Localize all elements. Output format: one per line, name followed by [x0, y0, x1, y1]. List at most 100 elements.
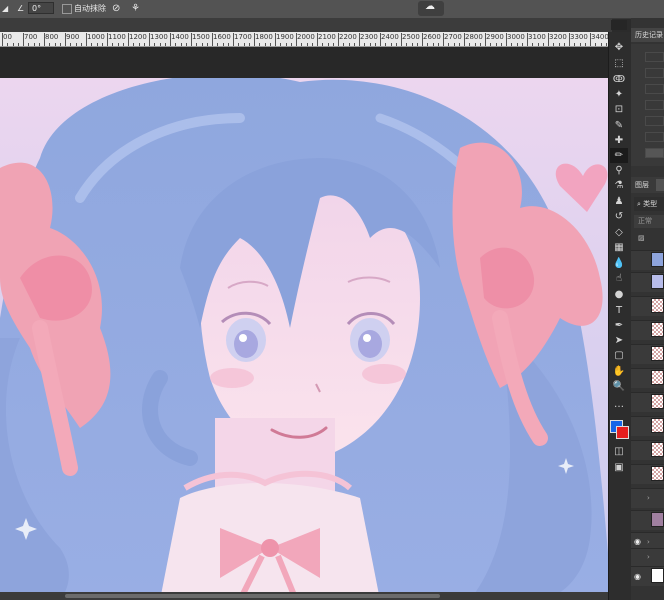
ruler-minor-tick: [54, 43, 56, 46]
expand-caret-icon[interactable]: ›: [647, 553, 650, 561]
ruler-minor-tick: [80, 43, 82, 46]
shape-tool-icon[interactable]: ▢: [610, 348, 628, 363]
ruler-tick: [275, 33, 276, 46]
history-item[interactable]: [645, 116, 664, 126]
ruler-tick: [359, 33, 360, 46]
ruler-minor-tick: [122, 43, 124, 46]
background-color-swatch[interactable]: [616, 426, 629, 439]
layer-thumbnail: [651, 442, 664, 457]
move-tool-icon[interactable]: ✥: [610, 40, 628, 55]
pressure-icon[interactable]: ⊘: [112, 2, 120, 16]
ruler-minor-tick: [563, 43, 565, 46]
ruler-minor-tick: [285, 43, 287, 46]
expand-caret-icon[interactable]: ›: [647, 494, 650, 502]
zoom-tool-icon[interactable]: 🔍: [610, 379, 628, 394]
pen-tool-icon[interactable]: ✒: [610, 318, 628, 333]
type-tool-icon[interactable]: T: [610, 303, 628, 318]
dodge-tool-icon[interactable]: ●: [610, 287, 628, 302]
layer-thumbnail: [651, 346, 664, 361]
ruler-minor-tick: [322, 43, 324, 46]
panel-tab[interactable]: [656, 179, 664, 191]
ruler-minor-tick: [537, 43, 539, 46]
history-item[interactable]: [645, 68, 664, 78]
lock-icons[interactable]: ▨: [634, 232, 664, 244]
ruler-minor-tick: [469, 43, 471, 46]
crop-tool-icon[interactable]: ⊡: [610, 102, 628, 117]
ruler-minor-tick: [238, 43, 240, 46]
ruler-minor-tick: [500, 43, 502, 46]
eraser-tool-icon[interactable]: ◇: [610, 225, 628, 240]
scrollbar-thumb[interactable]: [65, 594, 440, 598]
ruler-tick-label: 1700: [234, 33, 252, 41]
history-item[interactable]: [645, 52, 664, 62]
clone-stamp-tool-icon[interactable]: ⚗: [610, 178, 628, 193]
toolbar-grip[interactable]: [611, 20, 627, 30]
mixer-brush-tool-icon[interactable]: ⚲: [610, 163, 628, 178]
ruler-tick-label: 2200: [339, 33, 357, 41]
ruler-minor-tick: [33, 43, 35, 46]
ruler-tick-label: 1300: [150, 33, 168, 41]
magic-wand-tool-icon[interactable]: ✦: [610, 87, 628, 102]
eyedropper-tool-icon[interactable]: ✎: [610, 118, 628, 133]
brush-tool-icon[interactable]: ✏: [610, 148, 628, 163]
ruler-tick: [65, 33, 66, 46]
ruler-minor-tick: [332, 43, 334, 46]
ruler-minor-tick: [458, 43, 460, 46]
ruler-minor-tick: [490, 43, 492, 46]
gradient-tool-icon[interactable]: ▦: [610, 240, 628, 255]
canvas[interactable]: [0, 78, 612, 600]
ruler-minor-tick: [474, 43, 476, 46]
hand-tool-icon[interactable]: ✋: [610, 364, 628, 379]
stamp-tool-icon[interactable]: ♟: [610, 194, 628, 209]
history-brush-tool-icon[interactable]: ↺: [610, 209, 628, 224]
ruler-tick-label: 2500: [402, 33, 420, 41]
smudge-tool-icon[interactable]: ☝: [610, 271, 628, 286]
expand-caret-icon[interactable]: ›: [647, 538, 650, 546]
ruler-tick: [464, 33, 465, 46]
ruler-minor-tick: [264, 43, 266, 46]
ruler-tick-label: 3100: [528, 33, 546, 41]
visibility-eye-icon[interactable]: ◉: [634, 572, 641, 581]
blur-tool-icon[interactable]: 💧: [610, 256, 628, 271]
marquee-tool-icon[interactable]: ⬚: [610, 56, 628, 71]
ruler-tick: [401, 33, 402, 46]
history-panel-title[interactable]: 历史记录: [631, 28, 664, 42]
layer-thumbnail: [651, 298, 664, 313]
layer-thumbnail: [651, 252, 664, 267]
layer-filter-select[interactable]: ⌕ 类型: [634, 197, 664, 211]
more-tools-icon[interactable]: …: [610, 397, 628, 412]
ruler-tick-label: 2100: [318, 33, 336, 41]
symmetry-icon[interactable]: ⚘: [131, 2, 140, 16]
auto-erase-checkbox[interactable]: [62, 4, 72, 14]
quick-mask-icon[interactable]: ◫: [610, 444, 628, 459]
ruler-tick-label: 2600: [423, 33, 441, 41]
screen-mode-icon[interactable]: ▣: [610, 460, 628, 475]
history-item[interactable]: [645, 84, 664, 94]
tool-preset-button[interactable]: ☁: [418, 1, 444, 16]
ruler-minor-tick: [605, 43, 607, 46]
ruler-minor-tick: [17, 43, 19, 46]
ruler-minor-tick: [112, 43, 114, 46]
ruler-minor-tick: [138, 43, 140, 46]
history-item[interactable]: [645, 132, 664, 142]
brush-preset-icon[interactable]: ◢: [2, 2, 8, 16]
lasso-tool-icon[interactable]: ↂ: [610, 72, 628, 87]
ruler-tick: [506, 33, 507, 46]
healing-brush-tool-icon[interactable]: ✚: [610, 133, 628, 148]
visibility-eye-icon[interactable]: ◉: [634, 537, 641, 546]
blend-mode-select[interactable]: 正常: [634, 215, 664, 228]
ruler-minor-tick: [7, 43, 9, 46]
ruler-tick: [128, 33, 129, 46]
path-selection-tool-icon[interactable]: ➤: [610, 333, 628, 348]
history-item-current[interactable]: [645, 148, 664, 158]
angle-field[interactable]: 0°: [28, 2, 54, 14]
history-item[interactable]: [645, 100, 664, 110]
options-bar: ◢ ∠ 0° 自动抹除 ⊘ ⚘ ☁: [0, 0, 664, 19]
ruler-tick-label: 900: [66, 33, 80, 41]
ruler-tick-label: 1500: [192, 33, 210, 41]
ruler-minor-tick: [175, 43, 177, 46]
ruler-tick: [443, 33, 444, 46]
ruler-minor-tick: [75, 43, 77, 46]
ruler-minor-tick: [411, 43, 413, 46]
ruler-minor-tick: [133, 43, 135, 46]
